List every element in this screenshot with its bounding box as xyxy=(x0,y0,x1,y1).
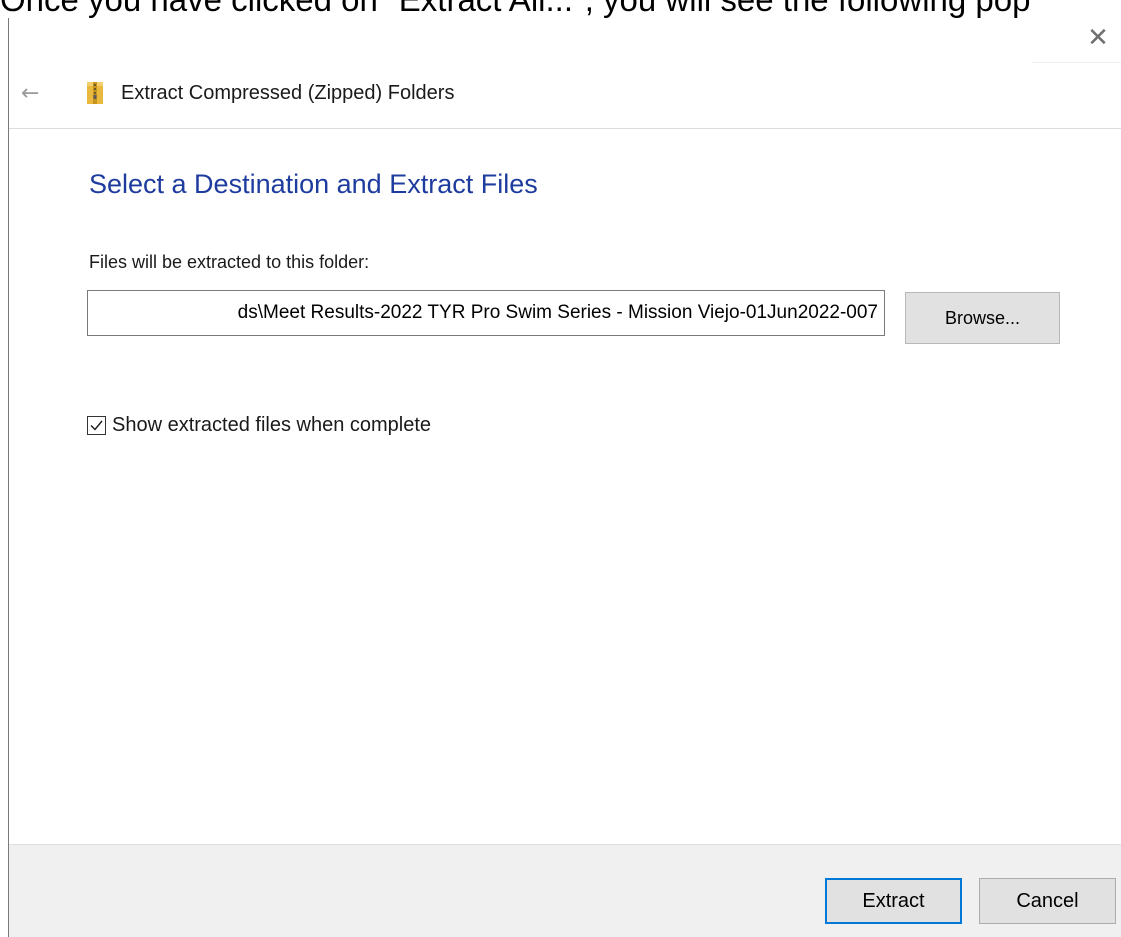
extract-dialog: ✕ ← Extract Compressed (Zipped) Folders … xyxy=(8,18,1121,937)
destination-label: Files will be extracted to this folder: xyxy=(89,252,370,272)
destination-path-value: ds\Meet Results-2022 TYR Pro Swim Series… xyxy=(237,302,878,323)
screenshot-page: Once you have clicked on "Extract All...… xyxy=(0,0,1121,937)
caption-text: Once you have clicked on "Extract All...… xyxy=(0,0,1121,20)
cancel-button[interactable]: Cancel xyxy=(979,878,1116,924)
page-heading: Select a Destination and Extract Files xyxy=(89,169,538,199)
destination-path-input[interactable]: ds\Meet Results-2022 TYR Pro Swim Series… xyxy=(87,290,885,336)
show-files-option[interactable]: Show extracted files when complete xyxy=(87,414,431,437)
dialog-footer: Extract Cancel xyxy=(9,844,1121,937)
browse-button[interactable]: Browse... xyxy=(905,292,1060,344)
dialog-titlebar: ← Extract Compressed (Zipped) Folders xyxy=(9,58,1121,129)
show-files-checkbox[interactable] xyxy=(87,416,106,435)
dialog-title: Extract Compressed (Zipped) Folders xyxy=(121,81,455,104)
close-icon[interactable]: ✕ xyxy=(1074,18,1121,58)
checkmark-icon xyxy=(90,420,103,431)
zip-folder-icon xyxy=(87,82,103,104)
extract-button[interactable]: Extract xyxy=(825,878,962,924)
back-arrow-icon[interactable]: ← xyxy=(21,81,61,106)
show-files-label: Show extracted files when complete xyxy=(112,414,432,436)
